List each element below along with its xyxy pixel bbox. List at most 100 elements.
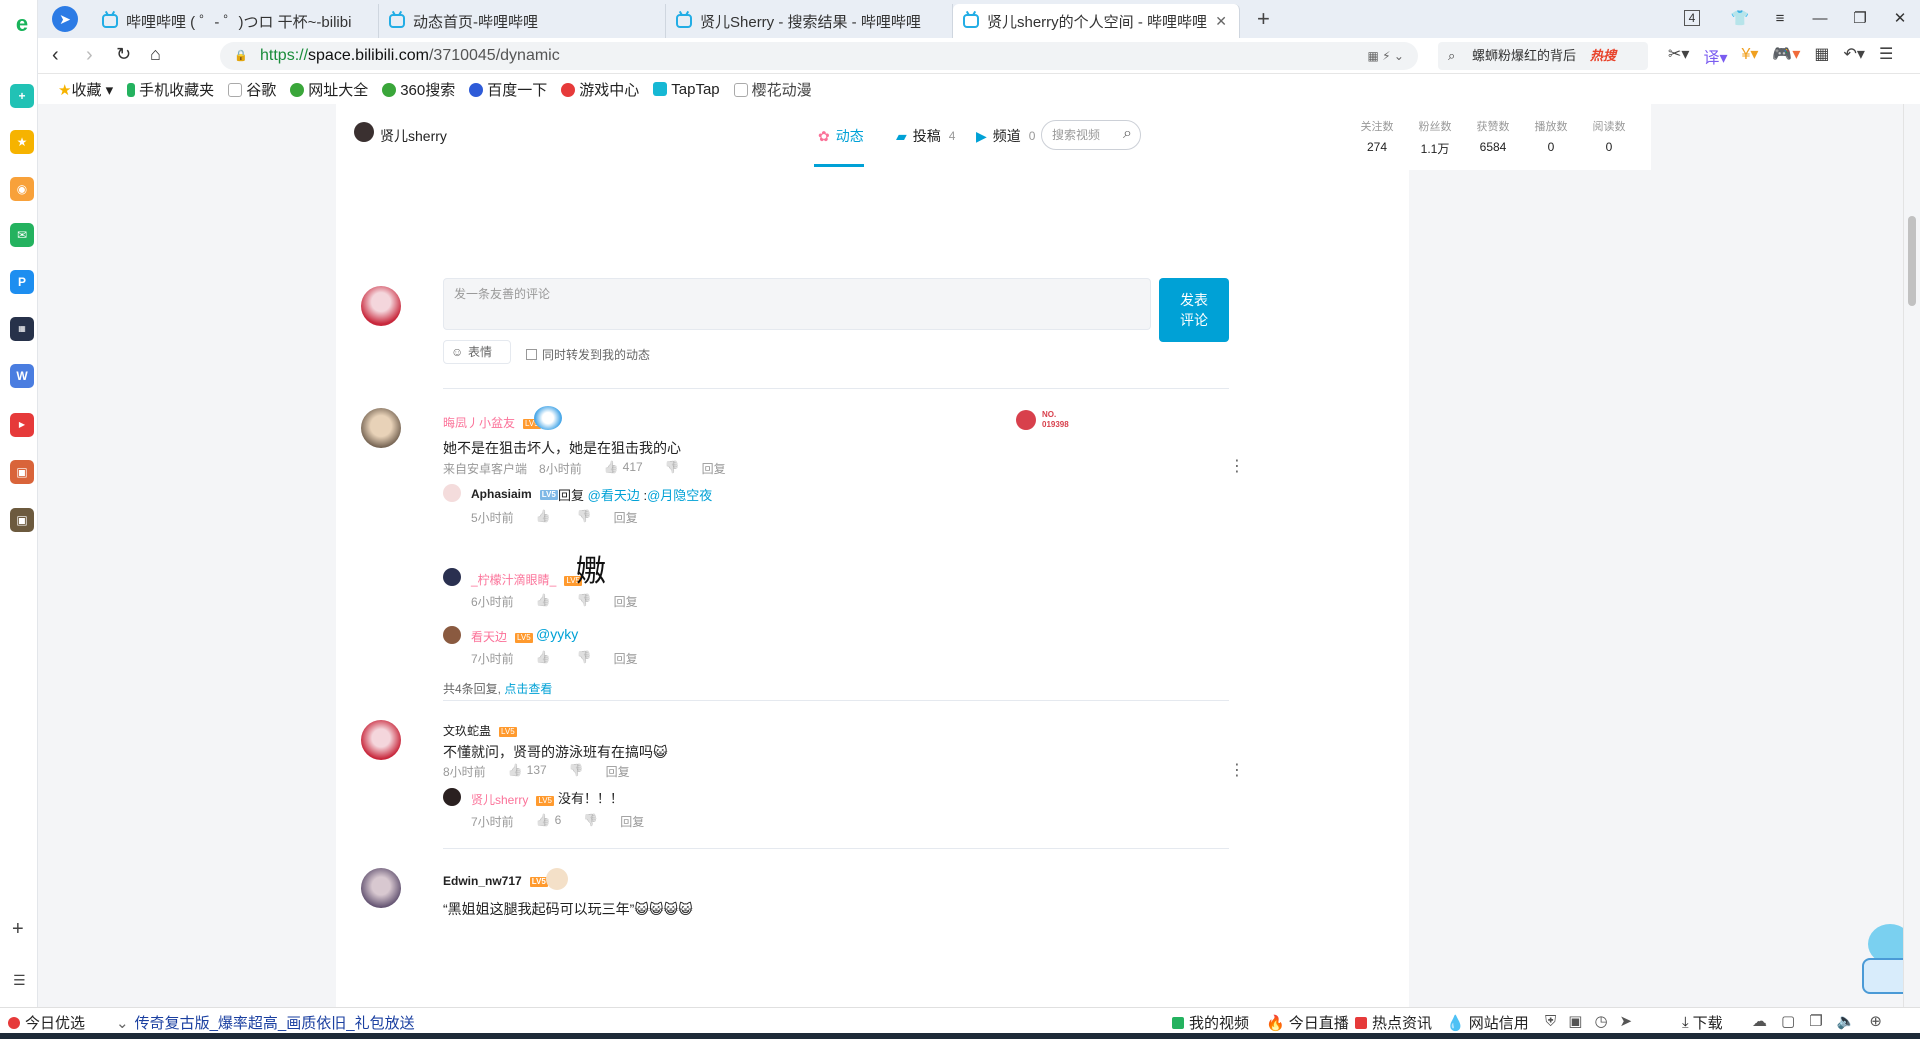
sidebar-menu-icon[interactable]: ☰: [13, 972, 26, 989]
comment-username[interactable]: 文玖蛇蛊 LV5: [443, 722, 517, 739]
bookmark-baidu[interactable]: 百度一下: [469, 79, 547, 100]
view-more-replies-link[interactable]: 点击查看: [504, 682, 552, 696]
tab-personal-space[interactable]: 贤儿sherry的个人空间 - 哔哩哔哩 ✕: [953, 4, 1240, 38]
video-search-input[interactable]: 搜索视频 ⌕: [1041, 120, 1141, 150]
reply-username[interactable]: _柠檬汁滴眼睛_ LV5: [471, 571, 582, 588]
comment-username[interactable]: 晦凨丿小盆友 LV5: [443, 414, 541, 431]
image-icon[interactable]: ▣: [1568, 1012, 1582, 1030]
browser-logo-icon[interactable]: e: [10, 12, 34, 36]
more-options-icon[interactable]: ⋮: [1229, 760, 1245, 780]
reply-username[interactable]: 贤儿sherry LV5: [471, 791, 554, 808]
forward-checkbox[interactable]: 同时转发到我的动态: [526, 346, 650, 363]
reply-avatar[interactable]: [443, 484, 461, 502]
forward-icon[interactable]: ›: [86, 44, 93, 67]
reply-avatar[interactable]: [443, 626, 461, 644]
stat-following[interactable]: 关注数 274: [1348, 118, 1406, 157]
reply-username[interactable]: Aphasiaim LV5: [471, 487, 558, 501]
comment-avatar[interactable]: [361, 408, 401, 448]
status-today-picks[interactable]: 今日优选: [8, 1012, 85, 1033]
sidebar-pan-icon[interactable]: P: [10, 270, 34, 294]
sidebar-app-plus-icon[interactable]: +: [10, 84, 34, 108]
bookmark-nav[interactable]: 网址大全: [290, 79, 368, 100]
reply-avatar[interactable]: [443, 788, 461, 806]
close-tab-icon[interactable]: ✕: [1215, 13, 1227, 30]
checkbox-icon[interactable]: [526, 349, 537, 360]
comment-input[interactable]: 发一条友善的评论: [443, 278, 1151, 330]
tab-dynamic-home[interactable]: 动态首页-哔哩哔哩: [379, 4, 666, 38]
url-input[interactable]: 🔒 https://space.bilibili.com/3710045/dyn…: [220, 42, 1418, 70]
emoji-button[interactable]: ☺ 表情: [443, 340, 511, 364]
like-button[interactable]: [536, 650, 555, 667]
comment-avatar[interactable]: [361, 868, 401, 908]
like-button[interactable]: [536, 593, 555, 610]
close-icon[interactable]: ✕: [1880, 9, 1920, 27]
restore-icon[interactable]: ❐: [1840, 9, 1880, 27]
mascot-icon[interactable]: [1860, 924, 1903, 1000]
translate-icon[interactable]: 译▾: [1703, 44, 1727, 68]
sidebar-game1-icon[interactable]: ▣: [10, 460, 34, 484]
clock-icon[interactable]: ◷: [1594, 1012, 1607, 1030]
comment-avatar[interactable]: [361, 720, 401, 760]
mention-link[interactable]: @yyky: [536, 626, 578, 642]
bookmark-taptap[interactable]: TapTap: [653, 81, 720, 98]
volume-icon[interactable]: 🔈: [1837, 1012, 1856, 1030]
like-button[interactable]: [536, 509, 555, 526]
more-options-icon[interactable]: ⋮: [1229, 456, 1245, 476]
reply-button[interactable]: 回复: [606, 763, 630, 780]
bookmark-games[interactable]: 游戏中心: [561, 79, 639, 100]
undo-icon[interactable]: ↶▾: [1844, 44, 1865, 68]
like-button[interactable]: 137: [508, 763, 547, 780]
status-ad-link[interactable]: ⌄ 传奇复古版_爆率超高_画质依旧_礼包放送: [116, 1012, 415, 1033]
dislike-button[interactable]: [583, 813, 598, 830]
comment-username[interactable]: Edwin_nw717 LV5: [443, 874, 548, 888]
apps-icon[interactable]: ▦: [1814, 44, 1829, 68]
page-scrollbar[interactable]: [1903, 104, 1920, 1007]
like-button[interactable]: 417: [604, 460, 643, 477]
back-icon[interactable]: ‹: [52, 44, 59, 67]
reply-button[interactable]: 回复: [620, 813, 644, 830]
sidebar-weibo-icon[interactable]: ◉: [10, 177, 34, 201]
navigate-icon[interactable]: ➤: [52, 6, 78, 32]
dislike-button[interactable]: [577, 593, 592, 610]
send-icon[interactable]: ➤: [1620, 1012, 1633, 1030]
tab-bilibili-home[interactable]: 哔哩哔哩 ( ゜- ゜)つロ 干杯~-bilibi: [92, 4, 379, 38]
tab-dynamic[interactable]: ✿ 动态: [818, 126, 864, 146]
sidebar-app-icon[interactable]: ▦: [10, 317, 34, 341]
shield-icon[interactable]: ⛨: [1545, 1013, 1556, 1030]
search-input[interactable]: ⌕ 螺蛳粉爆红的背后 热搜: [1438, 42, 1648, 70]
status-credit[interactable]: 💧 网站信用: [1446, 1012, 1529, 1033]
cloud-icon[interactable]: ☁: [1752, 1012, 1767, 1030]
sidebar-doc-icon[interactable]: W: [10, 364, 34, 388]
reload-icon[interactable]: ↻: [116, 44, 131, 65]
user-avatar[interactable]: [354, 122, 374, 142]
dislike-button[interactable]: [569, 763, 584, 780]
search-icon[interactable]: ⌕: [1123, 120, 1132, 148]
sidebar-favorites-icon[interactable]: ★: [10, 130, 34, 154]
status-news[interactable]: 热点资讯: [1355, 1012, 1432, 1033]
tab-count-badge[interactable]: 4: [1684, 10, 1700, 26]
game-icon[interactable]: 🎮▾: [1772, 44, 1800, 68]
url-tools-icon[interactable]: ▦ ⚡ ⌄: [1368, 42, 1405, 70]
bookmark-favorites[interactable]: ★收藏 ▾: [58, 79, 113, 100]
reply-username[interactable]: 看天边 LV5: [471, 628, 533, 645]
like-button[interactable]: 6: [536, 813, 562, 830]
bookmark-360search[interactable]: 360搜索: [382, 79, 455, 100]
new-tab-button[interactable]: +: [1257, 6, 1270, 32]
bookmark-google[interactable]: 谷歌: [228, 79, 276, 100]
dislike-button[interactable]: [577, 509, 592, 526]
sidebar-game2-icon[interactable]: ▣: [10, 508, 34, 532]
bookmark-sakura[interactable]: 樱花动漫: [733, 79, 812, 100]
dislike-button[interactable]: [577, 650, 592, 667]
home-icon[interactable]: ⌂: [150, 44, 161, 65]
stat-followers[interactable]: 粉丝数 1.1万: [1406, 118, 1464, 157]
reply-avatar[interactable]: [443, 568, 461, 586]
scrollbar-thumb[interactable]: [1908, 216, 1916, 306]
tab-search-results[interactable]: 贤儿Sherry - 搜索结果 - 哔哩哔哩: [666, 4, 953, 38]
status-download[interactable]: ⤓ 下载: [1682, 1012, 1723, 1033]
mention-link[interactable]: @看天边: [588, 488, 640, 503]
sidebar-video-icon[interactable]: ▶: [10, 413, 34, 437]
window-icon[interactable]: ❐: [1809, 1012, 1822, 1030]
minimize-icon[interactable]: —: [1800, 10, 1840, 27]
mention-link[interactable]: @月隐空夜: [647, 488, 712, 503]
reply-button[interactable]: 回复: [702, 460, 726, 477]
